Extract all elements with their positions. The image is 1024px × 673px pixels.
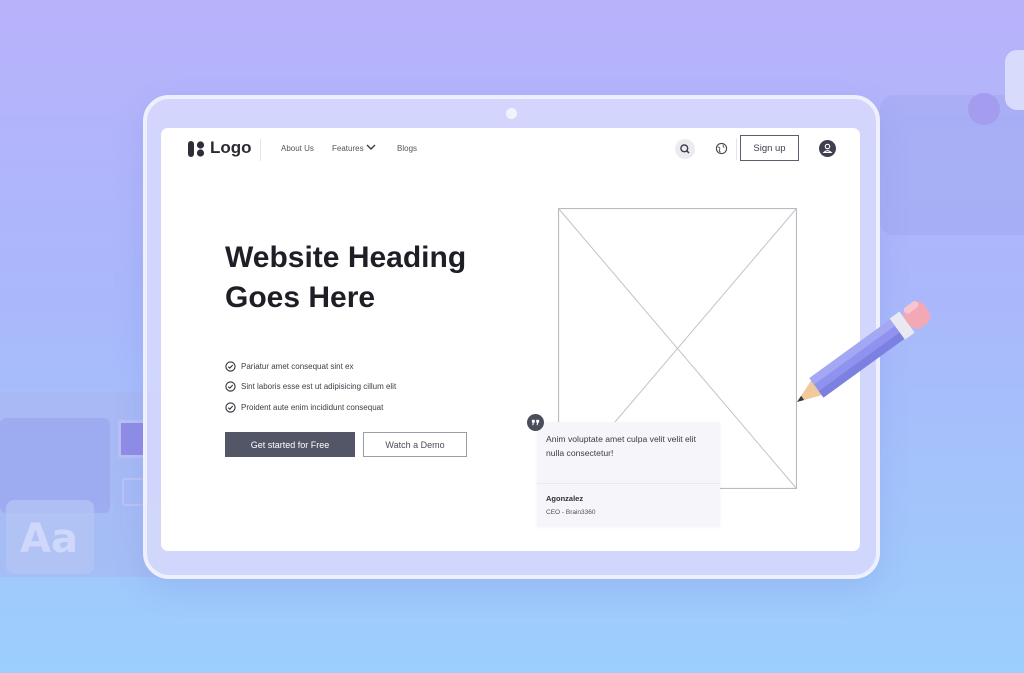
check-circle-icon [225, 360, 236, 372]
feature-text: Pariatur amet consequat sint ex [241, 361, 354, 371]
decor-blob [1005, 50, 1024, 110]
testimonial-author: Agonzalez [546, 494, 584, 503]
hero-heading-line1: Website Heading [225, 241, 467, 274]
decor-left-inner [0, 418, 110, 513]
nav-link-features[interactable]: Features [332, 144, 364, 153]
signup-button[interactable]: Sign up [740, 135, 799, 161]
testimonial-role: CEO - Brain3360 [546, 509, 596, 516]
testimonial-divider [537, 483, 720, 484]
feature-text: Proident aute enim incididunt consequat [241, 402, 384, 412]
search-icon [680, 144, 690, 154]
check-circle-icon [225, 401, 236, 413]
user-avatar[interactable] [819, 140, 836, 157]
user-icon [822, 143, 833, 154]
hero-heading-line2: Goes Here [225, 281, 376, 314]
testimonial-card: Anim voluptate amet culpa velit velit el… [537, 422, 720, 526]
logo-text[interactable]: Logo [210, 138, 252, 158]
search-button[interactable] [675, 139, 695, 159]
feature-text: Sint laboris esse est ut adipisicing cil… [241, 381, 397, 391]
camera-dot [506, 108, 517, 119]
hero-heading: Website Heading Goes Here [225, 238, 525, 318]
get-started-button[interactable]: Get started for Free [225, 432, 355, 457]
globe-icon[interactable] [715, 142, 728, 155]
watch-demo-button[interactable]: Watch a Demo [363, 432, 467, 457]
decor-image-card [880, 95, 1024, 235]
testimonial-quote: Anim voluptate amet culpa velit velit el… [546, 434, 696, 458]
check-circle-icon [225, 380, 236, 392]
chevron-down-icon[interactable] [365, 142, 377, 152]
nav-divider [260, 139, 261, 161]
decor-left-square [118, 420, 146, 458]
logo-mark-icon[interactable] [188, 140, 206, 158]
pencil-icon [797, 300, 931, 402]
nav-divider-right [736, 138, 737, 160]
feature-item: Sint laboris esse est ut adipisicing cil… [225, 380, 396, 392]
quote-glyph [531, 419, 540, 426]
nav-link-about[interactable]: About Us [281, 144, 314, 153]
nav-link-blogs[interactable]: Blogs [397, 144, 417, 153]
quote-icon [527, 414, 544, 431]
feature-item: Pariatur amet consequat sint ex [225, 360, 354, 372]
decor-sun [968, 93, 1000, 125]
website-screen: Logo About Us Features Blogs Sign up Web… [161, 128, 860, 551]
decor-letter-tile: Aa [6, 500, 94, 574]
feature-item: Proident aute enim incididunt consequat [225, 401, 383, 413]
